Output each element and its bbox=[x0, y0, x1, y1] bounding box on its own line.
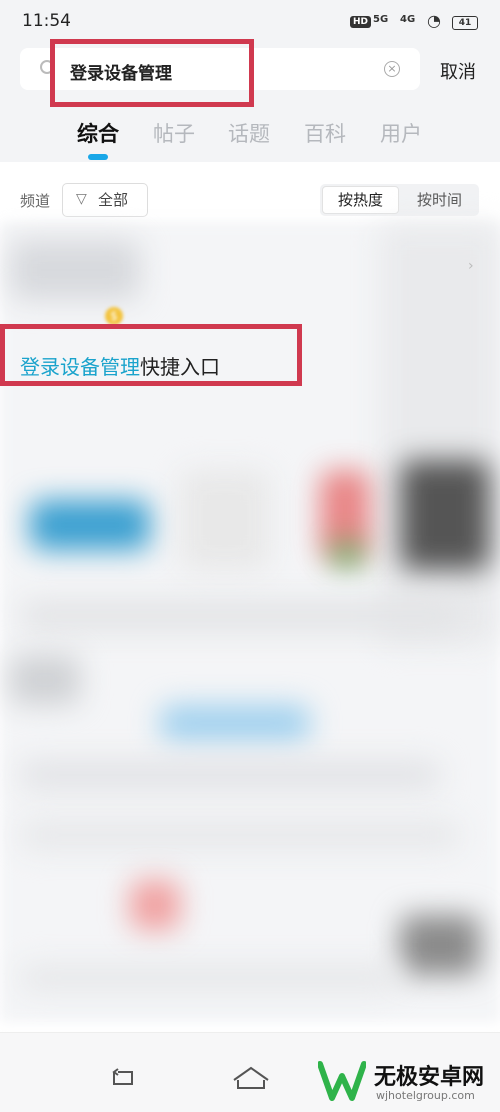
status-bar bbox=[0, 0, 500, 44]
coin-icon: $ bbox=[105, 307, 123, 325]
watermark-title: 无极安卓网 bbox=[374, 1065, 485, 1090]
blurred-image-green bbox=[330, 540, 364, 568]
blurred-text-line bbox=[20, 760, 440, 790]
chevron-right-icon[interactable]: › bbox=[468, 258, 474, 274]
tab-posts[interactable]: 帖子 bbox=[153, 118, 195, 148]
signal-4g-icon: 4G bbox=[400, 14, 416, 25]
blurred-link-block bbox=[160, 705, 310, 741]
blurred-author-block bbox=[10, 240, 140, 300]
blurred-avatar bbox=[10, 655, 80, 705]
tab-comprehensive[interactable]: 综合 bbox=[77, 118, 119, 148]
watermark-logo-icon bbox=[318, 1061, 366, 1101]
cancel-button[interactable]: 取消 bbox=[440, 58, 476, 84]
annotation-highlight-result bbox=[0, 324, 302, 386]
back-nav-icon[interactable] bbox=[110, 1068, 136, 1088]
blurred-image-dark bbox=[400, 915, 480, 975]
blurred-text-line bbox=[20, 600, 460, 632]
wifi-icon: ◔ bbox=[427, 11, 441, 30]
blurred-image-pink bbox=[130, 880, 180, 930]
tab-topics[interactable]: 话题 bbox=[228, 118, 270, 148]
sort-by-time-button[interactable]: 按时间 bbox=[401, 186, 478, 214]
blurred-image-blue bbox=[30, 500, 150, 550]
watermark-url: wjhotelgroup.com bbox=[376, 1089, 475, 1102]
clear-icon[interactable]: × bbox=[384, 61, 400, 77]
blurred-text-line bbox=[20, 820, 460, 850]
battery-icon: 41 bbox=[452, 16, 478, 30]
sort-by-hot-button[interactable]: 按热度 bbox=[322, 186, 399, 214]
home-nav-icon[interactable] bbox=[232, 1066, 270, 1090]
channel-label: 频道 bbox=[20, 192, 51, 210]
tab-wiki[interactable]: 百科 bbox=[304, 118, 346, 148]
status-time: 11:54 bbox=[22, 11, 71, 31]
tab-users[interactable]: 用户 bbox=[380, 118, 422, 148]
annotation-highlight-search bbox=[50, 39, 254, 107]
tab-active-indicator bbox=[88, 154, 108, 160]
blurred-side-block bbox=[380, 225, 500, 645]
blurred-image-gray bbox=[180, 470, 270, 570]
blurred-text-line bbox=[20, 965, 400, 991]
blurred-image-dark bbox=[400, 460, 490, 570]
channel-filter-label: 全部 bbox=[98, 191, 129, 209]
signal-5g-icon: 5G bbox=[373, 14, 389, 25]
filter-icon: ▽ bbox=[76, 191, 87, 207]
hd-voice-icon: HD bbox=[350, 16, 372, 28]
